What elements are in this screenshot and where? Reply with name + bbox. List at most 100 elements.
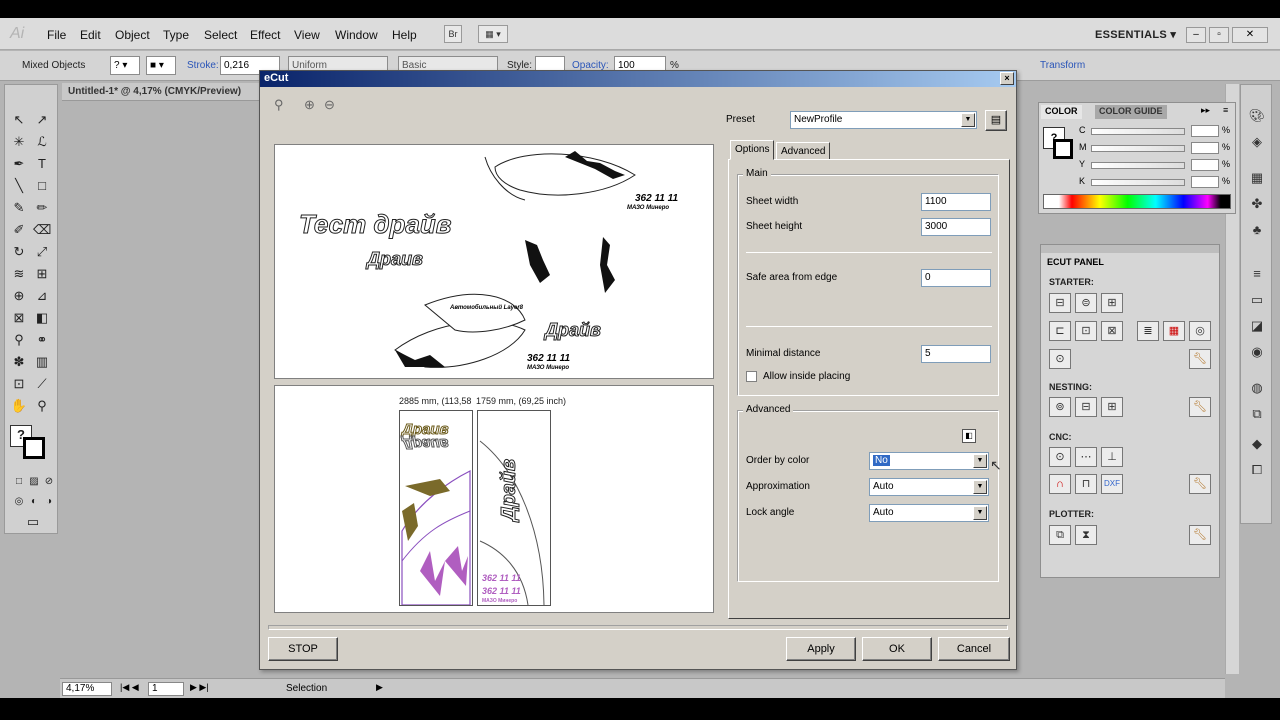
magenta-value-field[interactable] bbox=[1191, 142, 1219, 154]
shape-builder-icon[interactable]: ⊕ bbox=[10, 287, 28, 305]
menu-edit[interactable]: Edit bbox=[80, 28, 101, 42]
menu-select[interactable]: Select bbox=[204, 28, 237, 42]
starter-button-3[interactable]: ⊞ bbox=[1101, 293, 1123, 313]
fill-swatch[interactable]: ? ▾ bbox=[110, 56, 140, 75]
menu-window[interactable]: Window bbox=[335, 28, 378, 42]
close-icon[interactable]: ✕ bbox=[1232, 27, 1268, 43]
menu-file[interactable]: File bbox=[47, 28, 66, 42]
menu-view[interactable]: View bbox=[294, 28, 320, 42]
cnc-button-4[interactable]: ∩ bbox=[1049, 474, 1071, 494]
perspective-grid-icon[interactable]: ⊿ bbox=[33, 287, 51, 305]
cnc-button-3[interactable]: ⊥ bbox=[1101, 447, 1123, 467]
starter-button-4[interactable]: ⊏ bbox=[1049, 321, 1071, 341]
artboard-tool-icon[interactable]: ⊡ bbox=[10, 375, 28, 393]
bridge-button[interactable]: Br bbox=[444, 25, 462, 43]
line-tool-icon[interactable]: ╲ bbox=[10, 177, 28, 195]
scale-tool-icon[interactable]: ⤢ bbox=[33, 243, 51, 261]
nesting-button-3[interactable]: ⊞ bbox=[1101, 397, 1123, 417]
rotate-tool-icon[interactable]: ↻ bbox=[10, 243, 28, 261]
next-artboard-icon[interactable]: ▶ ▶| bbox=[190, 682, 209, 693]
draw-inside-icon[interactable]: ◑ bbox=[40, 493, 58, 511]
starter-button-9[interactable]: ◎ bbox=[1189, 321, 1211, 341]
color-panel-icon[interactable]: 🎨︎ bbox=[1248, 107, 1266, 125]
chevron-down-icon[interactable]: ▼ bbox=[961, 113, 975, 127]
black-value-field[interactable] bbox=[1191, 176, 1219, 188]
stroke-swatch[interactable]: ■ ▾ bbox=[146, 56, 176, 75]
zoom-level-field[interactable]: 4,17% bbox=[62, 682, 112, 696]
zoom-in-icon[interactable]: ⊕ bbox=[304, 97, 315, 113]
black-slider[interactable] bbox=[1091, 179, 1185, 186]
rectangle-tool-icon[interactable]: □ bbox=[33, 177, 51, 195]
menu-object[interactable]: Object bbox=[115, 28, 150, 42]
cnc-button-2[interactable]: ⋯ bbox=[1075, 447, 1097, 467]
transparency-icon[interactable]: ◪ bbox=[1248, 317, 1266, 335]
minimize-icon[interactable]: – bbox=[1186, 27, 1206, 43]
tab-options[interactable]: Options bbox=[730, 140, 775, 160]
starter-button-6[interactable]: ⊠ bbox=[1101, 321, 1123, 341]
panel-collapse-icon[interactable]: ▸▸ bbox=[1201, 105, 1210, 116]
cyan-slider[interactable] bbox=[1091, 128, 1185, 135]
sheet-width-input[interactable]: 1100 bbox=[921, 193, 991, 211]
color-spectrum[interactable] bbox=[1043, 194, 1231, 209]
nesting-button-2[interactable]: ⊟ bbox=[1075, 397, 1097, 417]
stop-button[interactable]: STOP bbox=[268, 637, 338, 661]
cnc-settings-wrench-icon[interactable]: 🔧︎ bbox=[1189, 474, 1211, 494]
plotter-button-1[interactable]: ⧉ bbox=[1049, 525, 1071, 545]
none-mode-icon[interactable]: ⊘ bbox=[40, 473, 58, 491]
gradient-panel-icon[interactable]: ▭ bbox=[1248, 291, 1266, 309]
chevron-down-icon[interactable]: ▼ bbox=[973, 506, 987, 520]
menu-help[interactable]: Help bbox=[392, 28, 417, 42]
dxf-export-button[interactable]: DXF bbox=[1101, 474, 1123, 494]
safe-area-input[interactable]: 0 bbox=[921, 269, 991, 287]
graph-tool-icon[interactable]: ▥ bbox=[33, 353, 51, 371]
cnc-button-5[interactable]: ⊓ bbox=[1075, 474, 1097, 494]
workspace-switcher[interactable]: ESSENTIALS ▾ bbox=[1095, 28, 1176, 41]
panel-menu-icon[interactable]: ≡ bbox=[1223, 105, 1228, 115]
starter-button-8[interactable]: ▦ bbox=[1163, 321, 1185, 341]
order-by-color-combo[interactable]: No ▼ bbox=[869, 452, 989, 470]
stroke-label[interactable]: Stroke: bbox=[187, 60, 219, 71]
starter-button-7[interactable]: ≣ bbox=[1137, 321, 1159, 341]
lock-angle-combo[interactable]: Auto ▼ bbox=[869, 504, 989, 522]
graphic-styles-icon[interactable]: ◍ bbox=[1248, 379, 1266, 397]
stroke-color-icon[interactable] bbox=[23, 437, 45, 459]
blend-tool-icon[interactable]: ⚭ bbox=[33, 331, 51, 349]
tab-color[interactable]: COLOR bbox=[1041, 105, 1082, 119]
pencil-icon[interactable]: ✏ bbox=[33, 199, 51, 217]
ok-button[interactable]: OK bbox=[862, 637, 932, 661]
menu-type[interactable]: Type bbox=[163, 28, 189, 42]
stroke-panel-icon[interactable]: ≡ bbox=[1248, 265, 1266, 283]
symbols-icon[interactable]: ♣ bbox=[1248, 221, 1266, 239]
allow-inside-checkbox[interactable] bbox=[746, 371, 757, 382]
paintbrush-icon[interactable]: ✎ bbox=[10, 199, 28, 217]
nesting-settings-wrench-icon[interactable]: 🔧︎ bbox=[1189, 397, 1211, 417]
swatches-icon[interactable]: ▦ bbox=[1248, 169, 1266, 187]
save-preset-icon[interactable]: ▤ bbox=[985, 110, 1007, 131]
status-mode-label[interactable]: Selection bbox=[286, 683, 327, 694]
preset-combo[interactable]: NewProfile ▼ bbox=[790, 111, 977, 129]
maximize-icon[interactable]: ▫ bbox=[1209, 27, 1229, 43]
starter-settings-wrench-icon[interactable]: 🔧︎ bbox=[1189, 349, 1211, 369]
chevron-down-icon[interactable]: ▼ bbox=[973, 454, 987, 468]
appearance-icon[interactable]: ◉ bbox=[1248, 343, 1266, 361]
selection-tool-icon[interactable]: ↖ bbox=[10, 111, 28, 129]
cnc-button-1[interactable]: ⊙ bbox=[1049, 447, 1071, 467]
color-guide-icon[interactable]: ◈ bbox=[1248, 133, 1266, 151]
transform-link[interactable]: Transform bbox=[1040, 60, 1085, 71]
chevron-down-icon[interactable]: ▼ bbox=[973, 480, 987, 494]
lasso-icon[interactable]: ℒ bbox=[33, 133, 51, 151]
magenta-slider[interactable] bbox=[1091, 145, 1185, 152]
arrange-documents-button[interactable]: ▦ ▾ bbox=[478, 25, 508, 43]
status-menu-arrow-icon[interactable]: ▶ bbox=[376, 682, 383, 693]
document-tab[interactable]: Untitled-1* @ 4,17% (CMYK/Preview) bbox=[62, 83, 272, 101]
eyedropper-icon[interactable]: ⚲ bbox=[10, 331, 28, 349]
dialog-title-bar[interactable]: eCut × bbox=[260, 71, 1016, 87]
magic-wand-icon[interactable]: ✳ bbox=[10, 133, 28, 151]
hand-tool-icon[interactable]: ✋ bbox=[10, 397, 28, 415]
pen-tool-icon[interactable]: ✒ bbox=[10, 155, 28, 173]
slice-tool-icon[interactable]: ⟋ bbox=[33, 375, 51, 393]
gradient-tool-icon[interactable]: ◧ bbox=[33, 309, 51, 327]
brushes-icon[interactable]: ✤ bbox=[1248, 195, 1266, 213]
first-artboard-icon[interactable]: |◀ ◀ bbox=[120, 682, 139, 693]
tab-advanced[interactable]: Advanced bbox=[776, 142, 831, 160]
